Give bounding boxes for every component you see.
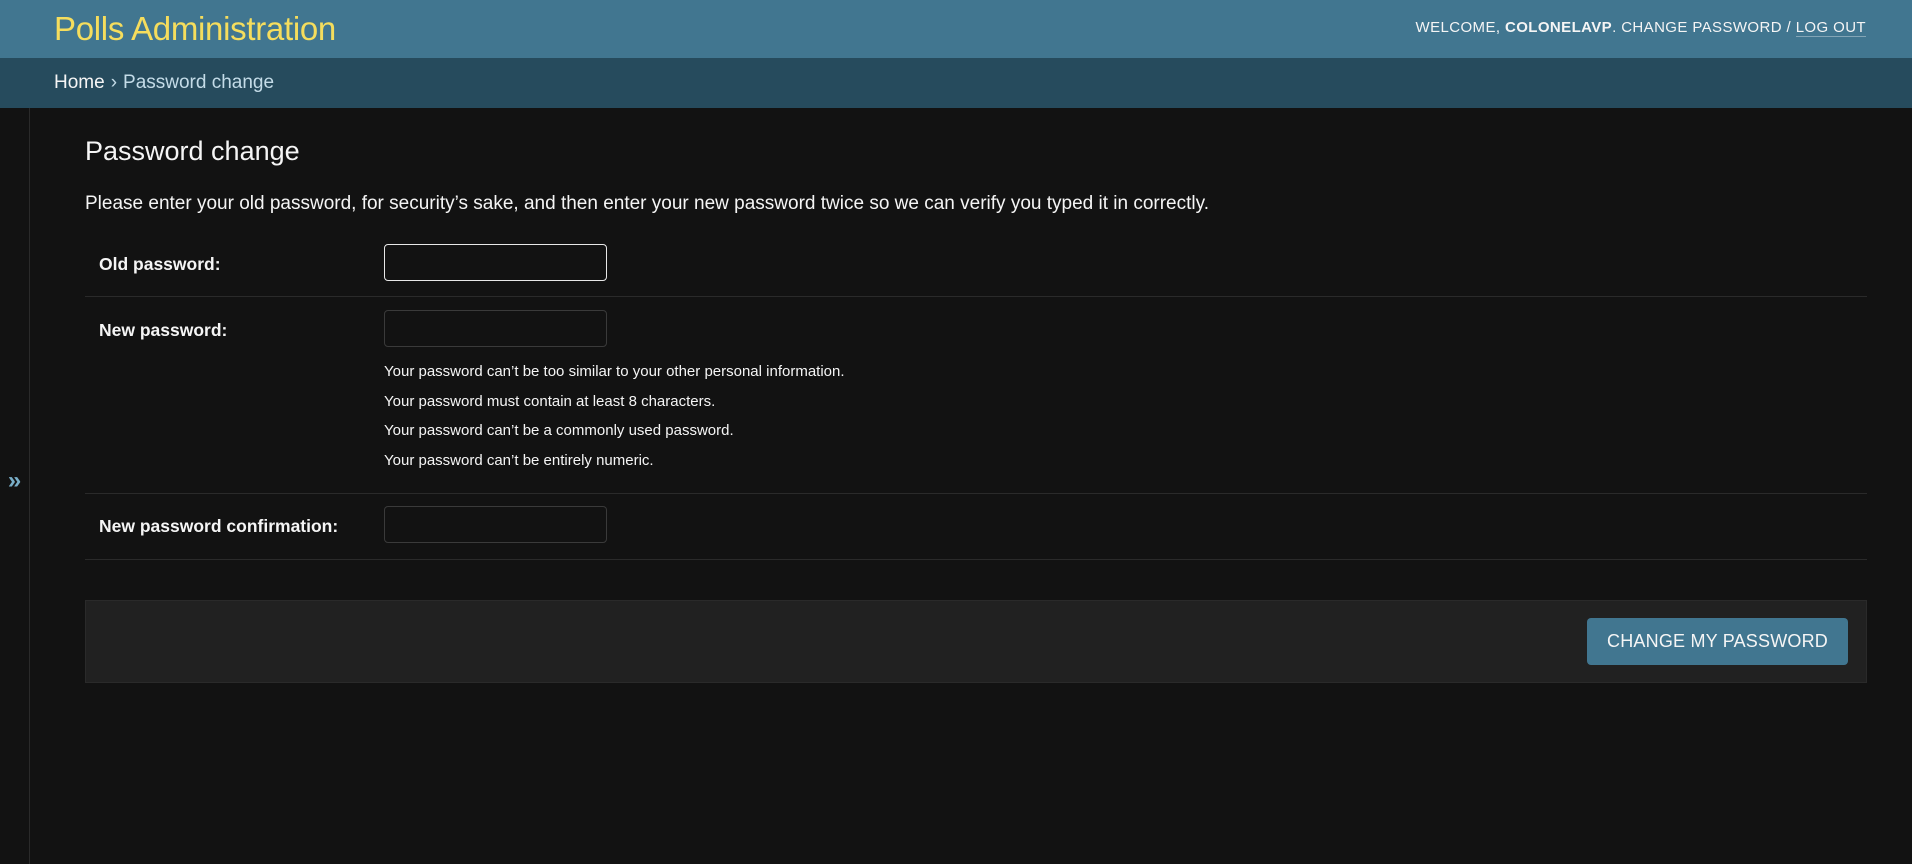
new-password-field[interactable] xyxy=(384,310,607,347)
intro-text: Please enter your old password, for secu… xyxy=(85,193,1209,214)
confirm-password-field[interactable] xyxy=(384,506,607,543)
form-row-old-password: Old password: xyxy=(85,233,1867,297)
form-row-new-password: New password: Your password can’t be too… xyxy=(85,297,1867,494)
old-password-label: Old password: xyxy=(99,254,221,274)
breadcrumb-home-link[interactable]: Home xyxy=(54,72,105,94)
breadcrumb-separator: › xyxy=(110,72,118,93)
confirm-password-label: New password confirmation: xyxy=(99,516,339,536)
change-password-link[interactable]: CHANGE PASSWORD xyxy=(1621,19,1782,36)
nav-sidebar-toggle[interactable]: » xyxy=(0,108,30,864)
logout-link[interactable]: LOG OUT xyxy=(1795,18,1866,37)
content: Password change Please enter your old pa… xyxy=(85,108,1867,683)
double-chevron-right-icon[interactable]: » xyxy=(8,467,21,495)
submit-row: CHANGE MY PASSWORD xyxy=(85,600,1867,683)
main-area: » Password change Please enter your old … xyxy=(0,108,1912,864)
password-help-item: Your password can’t be a commonly used p… xyxy=(384,422,734,439)
welcome-label: WELCOME, xyxy=(1415,18,1501,36)
user-tools: WELCOME, COLONELAVP. CHANGE PASSWORD / L… xyxy=(1415,18,1866,37)
new-password-label: New password: xyxy=(99,320,228,340)
site-header: Polls Administration WELCOME, COLONELAVP… xyxy=(0,0,1912,58)
form-row-confirm-password: New password confirmation: xyxy=(85,494,1867,560)
password-help-item: Your password can’t be too similar to yo… xyxy=(384,363,845,380)
username: COLONELAVP xyxy=(1505,18,1613,36)
old-password-field[interactable] xyxy=(384,244,607,281)
password-help-item: Your password must contain at least 8 ch… xyxy=(384,392,716,410)
site-name[interactable]: Polls Administration xyxy=(54,10,336,48)
breadcrumb: Home › Password change xyxy=(0,58,1912,108)
page-title: Password change xyxy=(85,136,300,166)
password-help-item: Your password can’t be entirely numeric. xyxy=(384,451,654,469)
user-tools-separator: / xyxy=(1786,18,1792,36)
breadcrumb-current: Password change xyxy=(123,72,275,93)
change-password-button[interactable]: CHANGE MY PASSWORD xyxy=(1587,618,1848,665)
password-help-list: Your password can’t be too similar to yo… xyxy=(384,357,845,475)
